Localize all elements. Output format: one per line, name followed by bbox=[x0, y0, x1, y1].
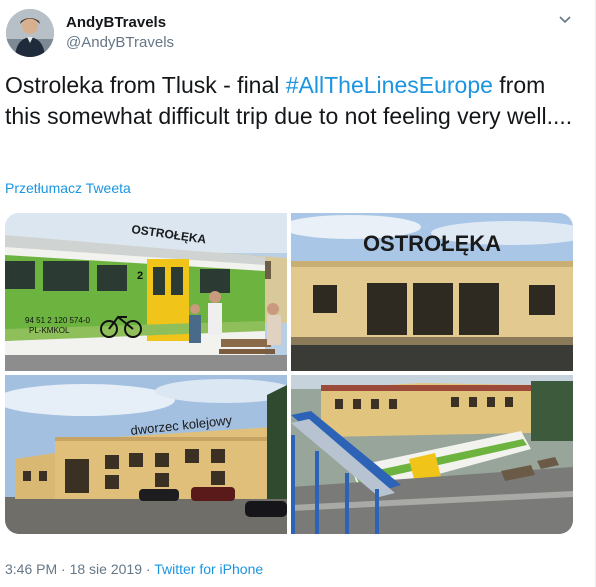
tweet-card: AndyBTravels @AndyBTravels Ostroleka fro… bbox=[0, 0, 596, 587]
tweet-meta: 3:46 PM · 18 sie 2019 · Twitter for iPho… bbox=[5, 561, 263, 577]
tweet-source-link[interactable]: Twitter for iPhone bbox=[154, 561, 263, 577]
media-grid: 94 51 2 120 574-0 PL-KMKOL 2 OSTROŁĘKA O… bbox=[5, 213, 573, 534]
tweet-text-before: Ostroleka from Tlusk - final bbox=[5, 72, 286, 98]
meta-separator: · bbox=[57, 561, 70, 577]
meta-separator: · bbox=[142, 561, 155, 577]
train-operator-label: PL-KMKOL bbox=[29, 326, 70, 335]
station-sign-text: OSTROŁĘKA bbox=[363, 231, 501, 256]
avatar[interactable] bbox=[6, 9, 54, 57]
photo-station-footbridge[interactable] bbox=[291, 375, 573, 534]
train-side-number: 2 bbox=[137, 270, 143, 282]
photo-station-facade[interactable]: OSTROŁĘKA bbox=[291, 213, 573, 371]
train-number-label: 94 51 2 120 574-0 bbox=[25, 316, 90, 325]
author-handle[interactable]: @AndyBTravels bbox=[66, 34, 174, 51]
tweet-time[interactable]: 3:46 PM bbox=[5, 561, 57, 577]
translate-tweet-link[interactable]: Przetłumacz Tweeta bbox=[5, 180, 131, 196]
author-display-name[interactable]: AndyBTravels bbox=[66, 14, 166, 31]
hashtag-link[interactable]: #AllTheLinesEurope bbox=[286, 72, 493, 98]
photo-train-platform[interactable]: 94 51 2 120 574-0 PL-KMKOL 2 OSTROŁĘKA bbox=[5, 213, 287, 371]
chevron-down-icon[interactable] bbox=[558, 12, 572, 26]
tweet-text: Ostroleka from Tlusk - final #AllTheLine… bbox=[5, 70, 585, 132]
tweet-date[interactable]: 18 sie 2019 bbox=[70, 561, 142, 577]
photo-station-front[interactable]: dworzec kolejowy bbox=[5, 375, 287, 534]
